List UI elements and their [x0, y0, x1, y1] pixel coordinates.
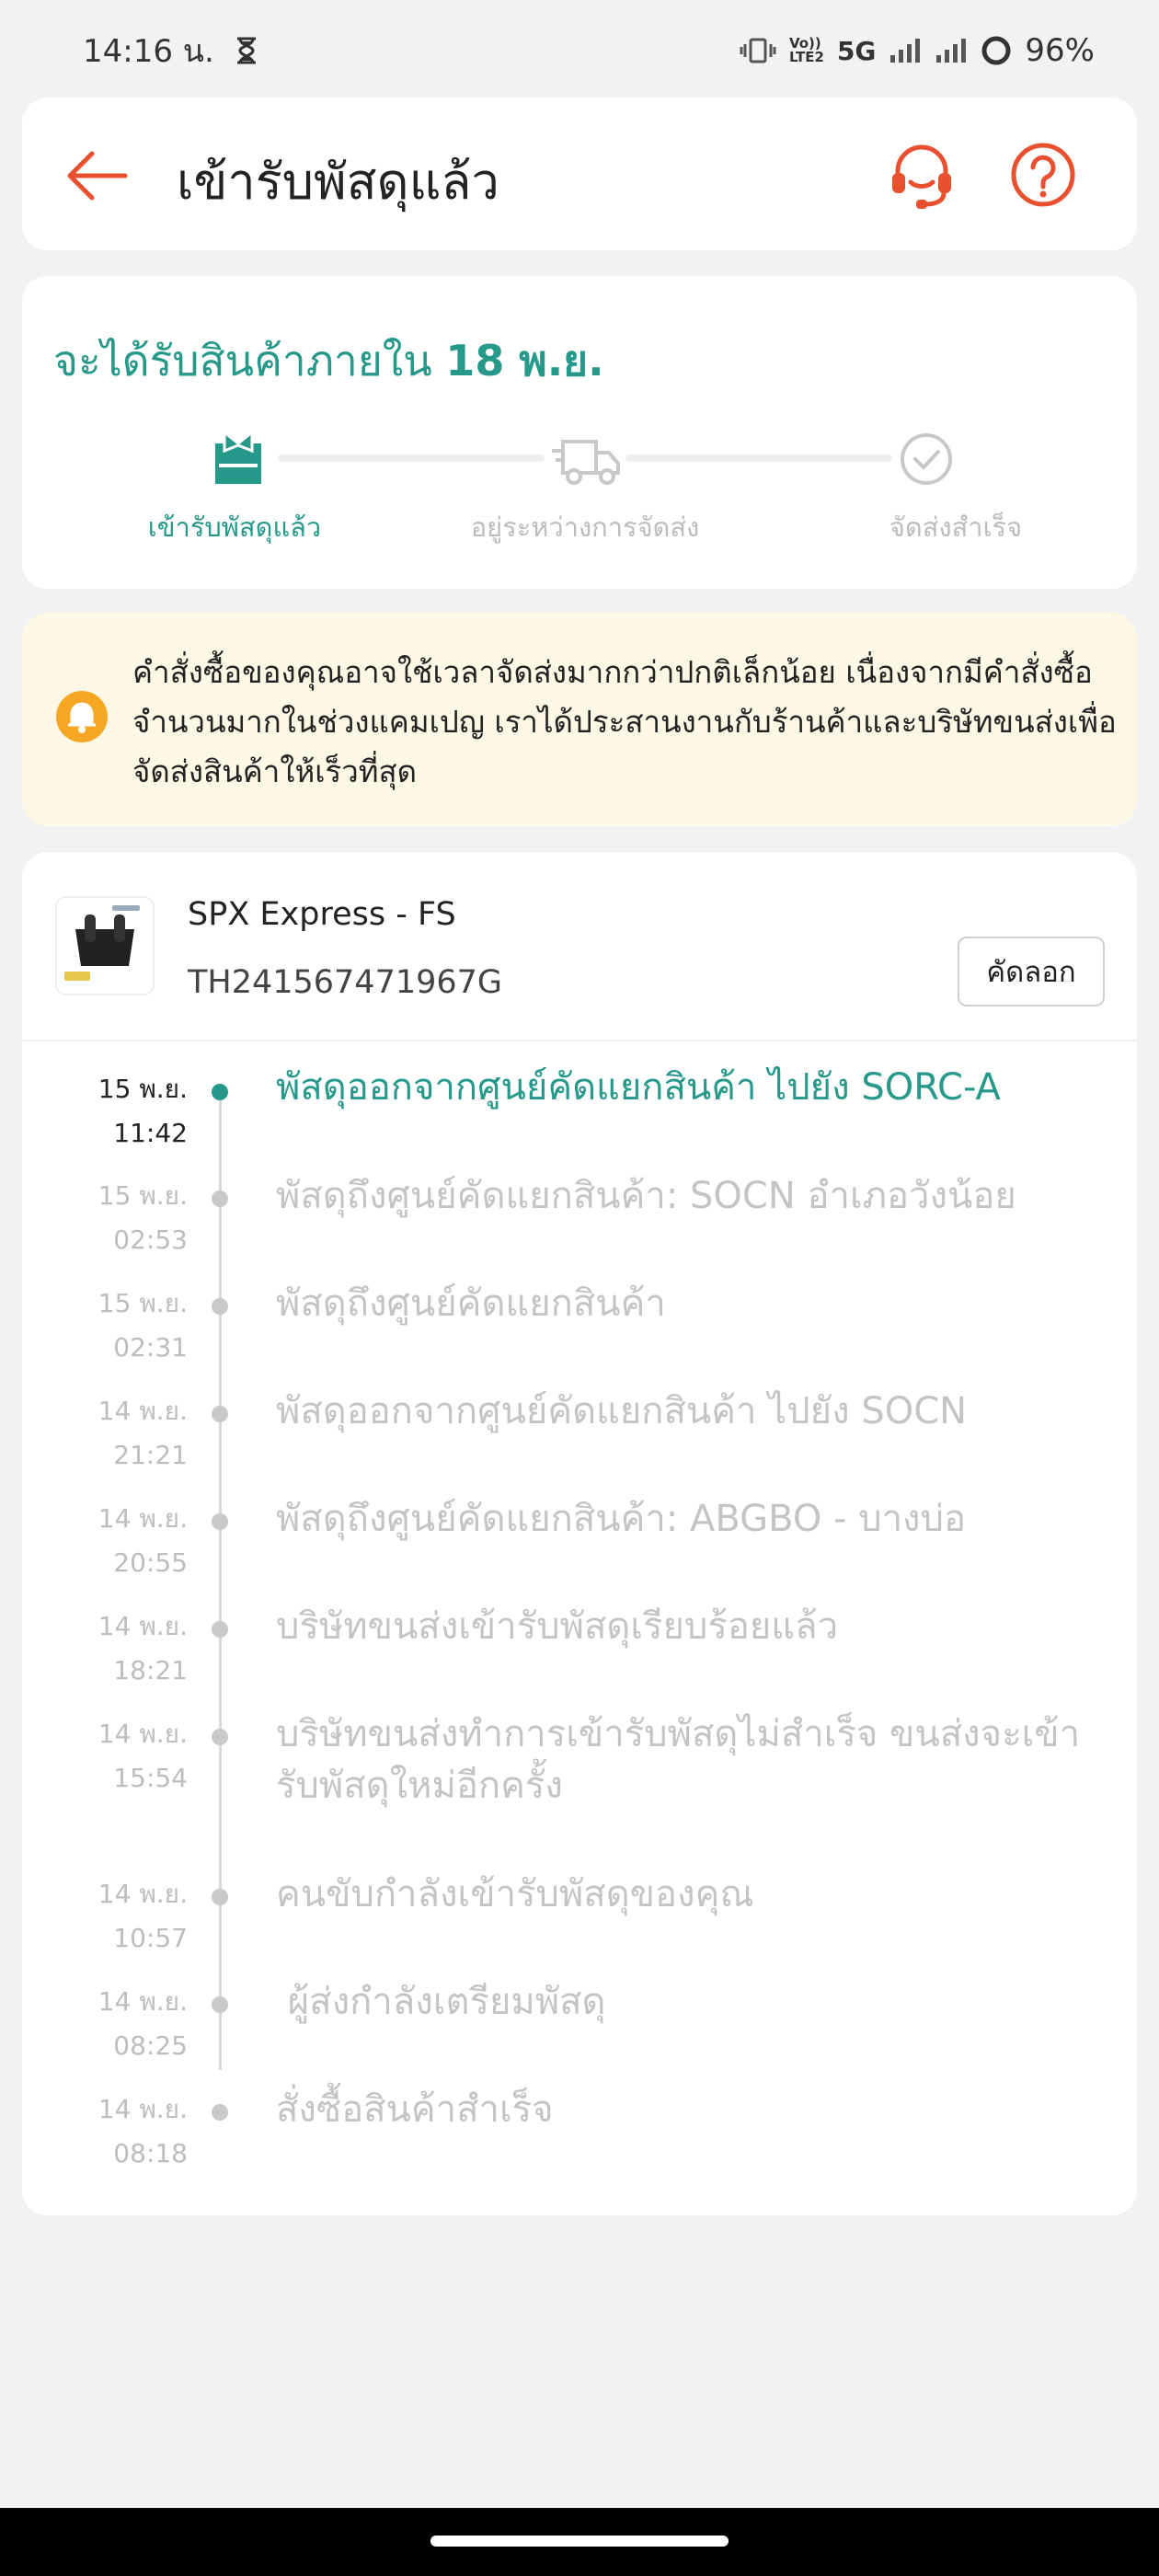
event-timestamp: 14 พ.ย. 08:18	[50, 2087, 188, 2176]
package-box-icon	[206, 427, 270, 491]
page-title: เข้ารับพัสดุแล้ว	[177, 153, 499, 211]
event-time: 08:18	[113, 2138, 188, 2168]
timeline-dot	[212, 1729, 228, 1745]
question-circle-icon	[1011, 143, 1075, 207]
timeline-dot	[212, 1889, 228, 1905]
delay-notice: คำสั่งซื้อของคุณอาจใช้เวลาจัดส่งมากกว่าป…	[22, 613, 1137, 826]
product-thumbnail[interactable]	[55, 896, 155, 995]
back-arrow-icon	[67, 151, 128, 201]
event-time: 20:55	[113, 1547, 188, 1578]
network-type: 5G	[836, 35, 877, 66]
timeline-dot	[212, 1406, 228, 1422]
progress-line-1	[278, 454, 545, 462]
event-time: 21:21	[113, 1440, 188, 1470]
event-date: 14 พ.ย.	[98, 2094, 188, 2124]
headset-icon	[892, 144, 951, 209]
delivery-progress-card: จะได้รับสินค้าภายใน 18 พ.ย. เข้ารับพัสดุ…	[22, 276, 1137, 589]
event-timestamp: 14 พ.ย. 15:54	[50, 1712, 188, 1800]
timeline-dot	[212, 2104, 228, 2121]
event-description: พัสดุออกจากศูนย์คัดแยกสินค้า ไปยัง SOCN	[276, 1390, 968, 1432]
progress-steps: เข้ารับพัสดุแล้ว อยู่ระหว่างการจัดส่ง จั…	[22, 405, 1137, 552]
event-date: 15 พ.ย.	[98, 1180, 188, 1211]
event-description: ผู้ส่งกำลังเตรียมพัสดุ	[276, 1981, 606, 2023]
timeline-dot	[212, 1621, 228, 1638]
home-gesture-handle[interactable]	[430, 2536, 729, 2547]
header-bar: เข้ารับพัสดุแล้ว	[22, 98, 1137, 250]
event-date: 14 พ.ย.	[98, 1986, 188, 2017]
timeline-dot	[212, 1084, 228, 1100]
event-time: 02:31	[113, 1332, 188, 1363]
step-label-picked-up: เข้ารับพัสดุแล้ว	[147, 512, 322, 543]
event-description: พัสดุออกจากศูนย์คัดแยกสินค้า ไปยัง SORC-…	[276, 1066, 1001, 1109]
event-time: 18:21	[113, 1655, 188, 1685]
event-date: 14 พ.ย.	[98, 1611, 188, 1641]
battery-icon	[981, 36, 1011, 65]
event-description: พัสดุถึงศูนย์คัดแยกสินค้า	[276, 1282, 666, 1325]
back-button[interactable]	[55, 134, 138, 217]
tracking-card: SPX Express - FS TH241567471967G คัดลอก …	[22, 852, 1137, 2215]
event-description: บริษัทขนส่งทำการเข้ารับพัสดุไม่สำเร็จ ขน…	[276, 1713, 1081, 1807]
event-date: 15 พ.ย.	[98, 1074, 188, 1104]
check-circle-icon	[894, 427, 958, 491]
divider	[22, 1040, 1137, 1041]
timeline-dot	[212, 1996, 228, 2013]
eta-date: 18 พ.ย.	[445, 336, 604, 385]
event-description: พัสดุถึงศูนย์คัดแยกสินค้า: SOCN อำเภอวัง…	[276, 1175, 1016, 1217]
timeline-dot	[212, 1298, 228, 1315]
event-date: 14 พ.ย.	[98, 1879, 188, 1909]
event-time: 15:54	[113, 1763, 188, 1793]
signal-icon-2	[936, 39, 967, 63]
event-timestamp: 15 พ.ย. 11:42	[50, 1067, 188, 1156]
event-date: 15 พ.ย.	[98, 1288, 188, 1318]
status-time: 14:16 น.	[83, 33, 214, 70]
hourglass-icon	[236, 37, 256, 64]
copy-button[interactable]: คัดลอก	[958, 937, 1105, 1006]
event-timestamp: 14 พ.ย. 08:25	[50, 1980, 188, 2068]
customer-service-button[interactable]	[883, 136, 960, 213]
event-date: 14 พ.ย.	[98, 1719, 188, 1749]
bell-icon	[55, 690, 109, 743]
event-date: 14 พ.ย.	[98, 1503, 188, 1534]
tracking-number: TH241567471967G	[188, 964, 503, 1001]
event-description: สั่งซื้อสินค้าสำเร็จ	[276, 2088, 554, 2131]
event-timestamp: 15 พ.ย. 02:53	[50, 1174, 188, 1262]
event-timestamp: 14 พ.ย. 21:21	[50, 1389, 188, 1478]
vibrate-icon	[740, 38, 776, 63]
truck-icon	[550, 427, 620, 491]
event-time: 10:57	[113, 1923, 188, 1953]
step-label-in-transit: อยู่ระหว่างการจัดส่ง	[470, 512, 700, 543]
step-label-delivered: จัดส่งสำเร็จ	[889, 512, 1023, 543]
timeline-dot	[212, 1190, 228, 1207]
event-description: บริษัทขนส่งเข้ารับพัสดุเรียบร้อยแล้ว	[276, 1605, 839, 1648]
event-description: พัสดุถึงศูนย์คัดแยกสินค้า: ABGBO - บางบ่…	[276, 1498, 966, 1540]
carrier-name: SPX Express - FS	[188, 896, 456, 933]
event-time: 08:25	[113, 2030, 188, 2061]
signal-icon	[890, 39, 921, 63]
event-timestamp: 14 พ.ย. 10:57	[50, 1872, 188, 1961]
event-timestamp: 14 พ.ย. 18:21	[50, 1604, 188, 1693]
network-label: Vo)) LTE2	[788, 35, 824, 65]
estimated-delivery: จะได้รับสินค้าภายใน 18 พ.ย.	[53, 336, 604, 385]
event-time: 02:53	[113, 1225, 188, 1255]
progress-line-2	[625, 454, 892, 462]
event-timestamp: 15 พ.ย. 02:31	[50, 1282, 188, 1370]
event-description: คนขับกำลังเข้ารับพัสดุของคุณ	[276, 1873, 754, 1915]
system-nav-bar	[0, 2508, 1159, 2576]
notice-text: คำสั่งซื้อของคุณอาจใช้เวลาจัดส่งมากกว่าป…	[132, 654, 1117, 789]
event-time: 11:42	[113, 1118, 188, 1148]
timeline-dot	[212, 1513, 228, 1530]
event-timestamp: 14 พ.ย. 20:55	[50, 1497, 188, 1585]
event-date: 14 พ.ย.	[98, 1396, 188, 1426]
timeline-line	[219, 1093, 222, 2070]
status-bar: 14:16 น. Vo)) LTE2 5G 96%	[0, 0, 1159, 101]
help-button[interactable]	[1004, 136, 1082, 213]
battery-level: 96%	[1025, 32, 1095, 69]
